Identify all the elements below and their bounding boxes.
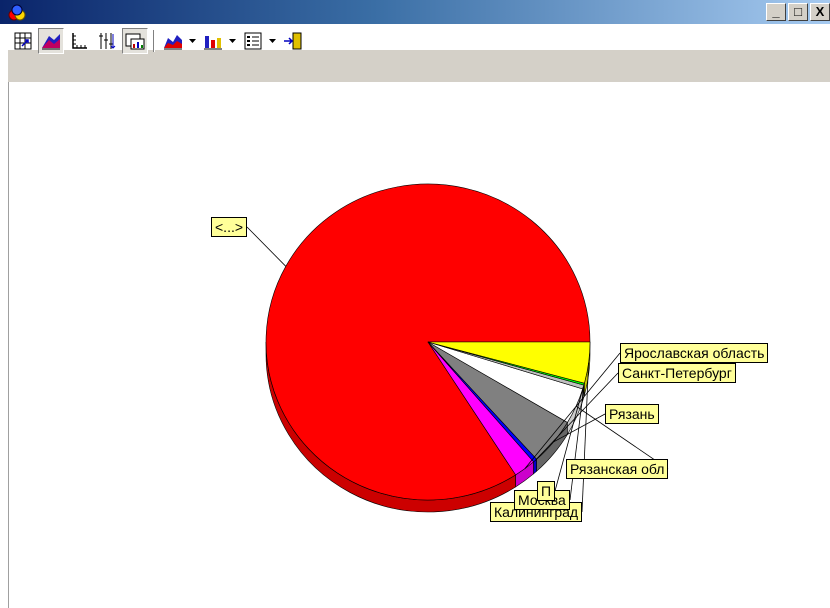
toolbar-separator [153, 30, 155, 52]
data-label-other: <...> [211, 217, 248, 237]
close-button[interactable]: X [810, 3, 830, 21]
chevron-down-icon [188, 39, 196, 43]
area-chart-button[interactable] [160, 28, 186, 54]
exit-button[interactable] [280, 28, 306, 54]
data-label-spb: Санкт-Петербург [618, 363, 736, 383]
title-bar: _ □ X [0, 0, 830, 24]
minimize-button[interactable]: _ [766, 3, 786, 21]
chevron-down-icon [228, 39, 236, 43]
maximize-button[interactable]: □ [788, 3, 808, 21]
area-chart-icon [164, 35, 182, 50]
data-label-yaroslavl: Ярославская область [620, 343, 769, 363]
chart-window-icon [125, 33, 145, 50]
app-icon [8, 4, 26, 21]
legend-dropdown[interactable] [266, 28, 278, 54]
chart-area: <...> Рязань Рязанская обл Калининград М… [8, 82, 830, 608]
axes-button[interactable] [66, 28, 92, 54]
data-label-p: П [537, 481, 556, 501]
chevron-down-icon [268, 39, 276, 43]
bar-chart-icon [204, 36, 222, 50]
bar-chart-button[interactable] [200, 28, 226, 54]
axes-icon [72, 33, 87, 49]
chart-3d-icon [42, 34, 60, 50]
crosstab-icon [14, 32, 32, 50]
chart-window-button[interactable] [122, 28, 148, 54]
bar-chart-dropdown[interactable] [226, 28, 238, 54]
exit-icon [284, 32, 302, 50]
crosstab-button[interactable] [10, 28, 36, 54]
area-chart-dropdown[interactable] [186, 28, 198, 54]
pie-slices [265, 183, 591, 501]
data-label-ryazan: Рязань [605, 404, 659, 424]
legend-button[interactable] [240, 28, 266, 54]
chart-3d-button[interactable] [38, 28, 64, 54]
toolbar-strip [8, 50, 830, 82]
scale-button[interactable] [94, 28, 120, 54]
legend-icon [244, 32, 262, 50]
leader-line-other [246, 226, 287, 267]
data-label-ryazan-obl: Рязанская обл [566, 459, 669, 479]
scale-icon [99, 33, 116, 49]
